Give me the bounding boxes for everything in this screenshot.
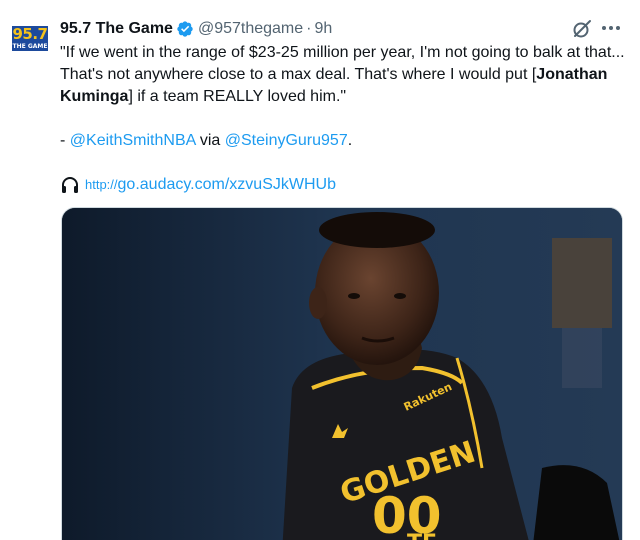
tweet-photo[interactable]: GOLDEN 00 Rakuten TE <box>61 207 623 540</box>
more-icon[interactable] <box>600 18 622 38</box>
quote-text-end: ] if a team REALLY loved him." <box>128 88 347 105</box>
tweet[interactable]: 95.7 THE GAME 95.7 The Game @957thegame … <box>0 0 640 540</box>
credit-suffix: . <box>347 132 353 149</box>
avatar-logo-subtext: THE GAME <box>12 43 48 51</box>
tweet-text: "If we went in the range of $23-25 milli… <box>60 42 630 196</box>
headphones-icon <box>60 175 80 195</box>
avatar-logo-text: 95.7 <box>12 25 48 43</box>
quote-paragraph: "If we went in the range of $23-25 milli… <box>60 42 630 108</box>
tweet-header: 95.7 The Game @957thegame · 9h <box>60 18 332 40</box>
timestamp[interactable]: 9h <box>314 20 332 38</box>
background-sign <box>552 238 612 328</box>
credit-via: via <box>195 132 225 149</box>
avatar[interactable]: 95.7 THE GAME <box>10 26 50 52</box>
separator-dot: · <box>306 20 312 37</box>
grok-icon[interactable] <box>572 19 592 39</box>
account-handle[interactable]: @957thegame <box>198 20 303 38</box>
mention-keithsmithnba[interactable]: @KeithSmithNBA <box>70 132 196 149</box>
audacy-link[interactable]: go.audacy.com/xzvuSJkWHUb <box>118 174 336 196</box>
verified-badge-icon[interactable] <box>176 20 194 38</box>
jersey-text-bottom: TE <box>407 531 437 540</box>
mention-steinyguru957[interactable]: @SteinyGuru957 <box>225 132 348 149</box>
credit-prefix: - <box>60 132 70 149</box>
link-protocol[interactable]: http:// <box>85 174 118 196</box>
account-name[interactable]: 95.7 The Game <box>60 20 173 38</box>
link-line: http://go.audacy.com/xzvuSJkWHUb <box>60 174 630 196</box>
credit-line: - @KeithSmithNBA via @SteinyGuru957. <box>60 130 630 152</box>
